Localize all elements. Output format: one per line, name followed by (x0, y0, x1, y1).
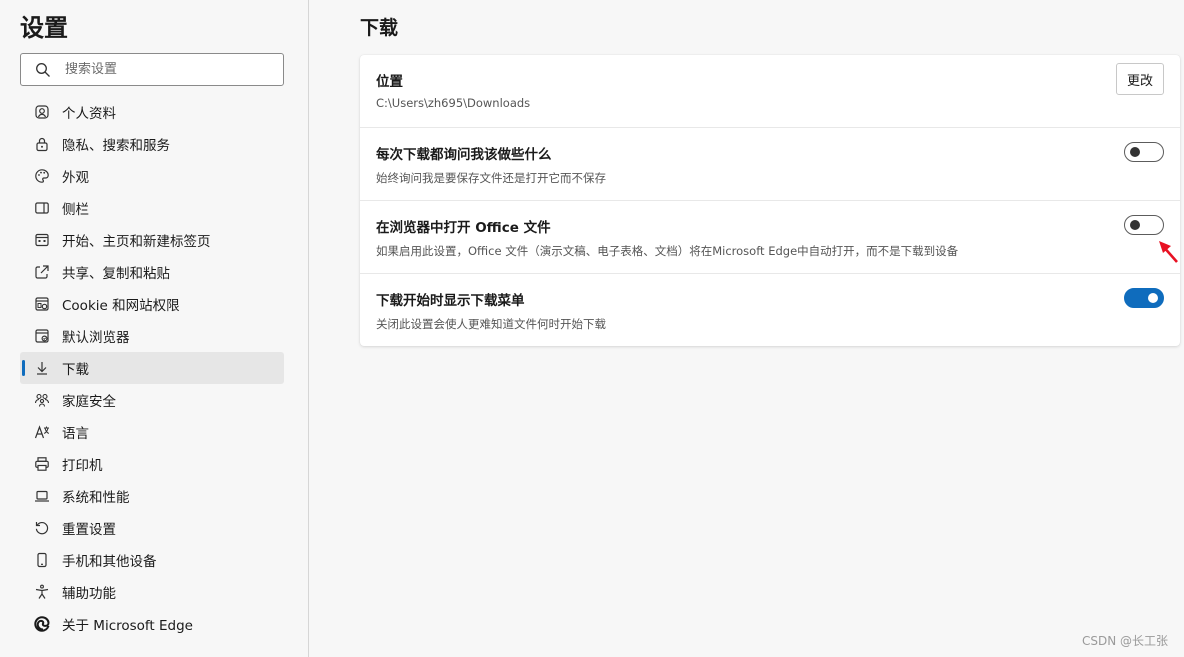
toggle-knob (1130, 147, 1140, 157)
sidebar: 设置 个人资料 隐私、搜索和服务 外观 侧栏 开始、主页和新建标签页 (0, 0, 309, 657)
setting-description: 关闭此设置会使人更难知道文件何时开始下载 (376, 317, 606, 331)
location-label: 位置 (376, 74, 403, 90)
sidebar-item-label: Cookie 和网站权限 (62, 298, 180, 314)
main-content: 下载 位置 C:\Users\zh695\Downloads 更改 每次下载都询… (310, 0, 1184, 657)
sidebar-icon (34, 200, 50, 216)
sidebar-item-label: 个人资料 (62, 106, 116, 122)
annotation-arrow-icon (1159, 241, 1178, 263)
reset-icon (34, 520, 50, 536)
family-icon (34, 392, 50, 408)
toggle-knob (1148, 293, 1158, 303)
sidebar-item-downloads[interactable]: 下载 (20, 352, 284, 384)
sidebar-item-system[interactable]: 系统和性能 (20, 480, 284, 512)
sidebar-item-family[interactable]: 家庭安全 (20, 384, 284, 416)
sidebar-item-label: 侧栏 (62, 202, 89, 218)
sidebar-item-phone[interactable]: 手机和其他设备 (20, 544, 284, 576)
toggle-knob (1130, 220, 1140, 230)
sidebar-item-language[interactable]: 语言 (20, 416, 284, 448)
sidebar-item-accessibility[interactable]: 辅助功能 (20, 576, 284, 608)
home-grid-icon (34, 232, 50, 248)
language-icon (34, 424, 50, 440)
sidebar-item-label: 关于 Microsoft Edge (62, 618, 193, 634)
search-icon (35, 62, 51, 78)
sidebar-item-cookies[interactable]: Cookie 和网站权限 (20, 288, 284, 320)
setting-row-ask-each-download: 每次下载都询问我该做些什么 始终询问我是要保存文件还是打开它而不保存 (360, 128, 1180, 201)
search-box[interactable] (20, 53, 284, 86)
setting-title: 每次下载都询问我该做些什么 (376, 147, 552, 163)
share-icon (34, 264, 50, 280)
sidebar-item-label: 手机和其他设备 (62, 554, 157, 570)
cookie-icon (34, 296, 50, 312)
sidebar-item-label: 共享、复制和粘贴 (62, 266, 170, 282)
setting-title: 在浏览器中打开 Office 文件 (376, 220, 551, 236)
sidebar-item-label: 打印机 (62, 458, 103, 474)
sidebar-item-about[interactable]: 关于 Microsoft Edge (20, 608, 284, 640)
change-location-button[interactable]: 更改 (1116, 63, 1164, 95)
downloads-settings-card: 位置 C:\Users\zh695\Downloads 更改 每次下载都询问我该… (360, 55, 1180, 346)
sidebar-item-sidebar[interactable]: 侧栏 (20, 192, 284, 224)
sidebar-item-label: 系统和性能 (62, 490, 130, 506)
open-office-files-toggle[interactable] (1124, 215, 1164, 235)
setting-title: 下载开始时显示下载菜单 (376, 293, 525, 309)
sidebar-item-label: 重置设置 (62, 522, 116, 538)
accessibility-icon (34, 584, 50, 600)
palette-icon (34, 168, 50, 184)
sidebar-item-label: 默认浏览器 (62, 330, 130, 346)
setting-row-show-downloads-menu: 下载开始时显示下载菜单 关闭此设置会使人更难知道文件何时开始下载 (360, 274, 1180, 346)
browser-icon (34, 328, 50, 344)
phone-icon (34, 552, 50, 568)
sidebar-item-label: 下载 (62, 362, 89, 378)
setting-row-open-office-files: 在浏览器中打开 Office 文件 如果启用此设置，Office 文件（演示文稿… (360, 201, 1180, 274)
watermark: CSDN @长工张 (1081, 634, 1168, 648)
sidebar-title: 设置 (20, 14, 68, 42)
printer-icon (34, 456, 50, 472)
sidebar-item-label: 辅助功能 (62, 586, 116, 602)
ask-each-download-toggle[interactable] (1124, 142, 1164, 162)
sidebar-item-printer[interactable]: 打印机 (20, 448, 284, 480)
download-icon (34, 360, 50, 376)
sidebar-item-start-home[interactable]: 开始、主页和新建标签页 (20, 224, 284, 256)
sidebar-item-appearance[interactable]: 外观 (20, 160, 284, 192)
sidebar-item-profile[interactable]: 个人资料 (20, 96, 284, 128)
sidebar-item-privacy[interactable]: 隐私、搜索和服务 (20, 128, 284, 160)
sidebar-item-reset[interactable]: 重置设置 (20, 512, 284, 544)
profile-icon (34, 104, 50, 120)
show-downloads-menu-toggle[interactable] (1124, 288, 1164, 308)
sidebar-item-label: 语言 (62, 426, 89, 442)
edge-icon (34, 616, 50, 632)
page-title: 下载 (360, 17, 399, 39)
laptop-icon (34, 488, 50, 504)
location-row: 位置 C:\Users\zh695\Downloads 更改 (360, 55, 1180, 128)
lock-icon (34, 136, 50, 152)
sidebar-nav: 个人资料 隐私、搜索和服务 外观 侧栏 开始、主页和新建标签页 共享、复制和粘贴… (20, 96, 284, 640)
sidebar-item-label: 隐私、搜索和服务 (62, 138, 170, 154)
setting-description: 如果启用此设置，Office 文件（演示文稿、电子表格、文档）将在Microso… (376, 244, 959, 258)
search-input[interactable] (65, 62, 265, 77)
sidebar-item-label: 家庭安全 (62, 394, 116, 410)
sidebar-item-share[interactable]: 共享、复制和粘贴 (20, 256, 284, 288)
sidebar-item-label: 外观 (62, 170, 89, 186)
setting-description: 始终询问我是要保存文件还是打开它而不保存 (376, 171, 606, 185)
location-path: C:\Users\zh695\Downloads (376, 96, 531, 110)
sidebar-item-default-browser[interactable]: 默认浏览器 (20, 320, 284, 352)
sidebar-item-label: 开始、主页和新建标签页 (62, 234, 211, 250)
